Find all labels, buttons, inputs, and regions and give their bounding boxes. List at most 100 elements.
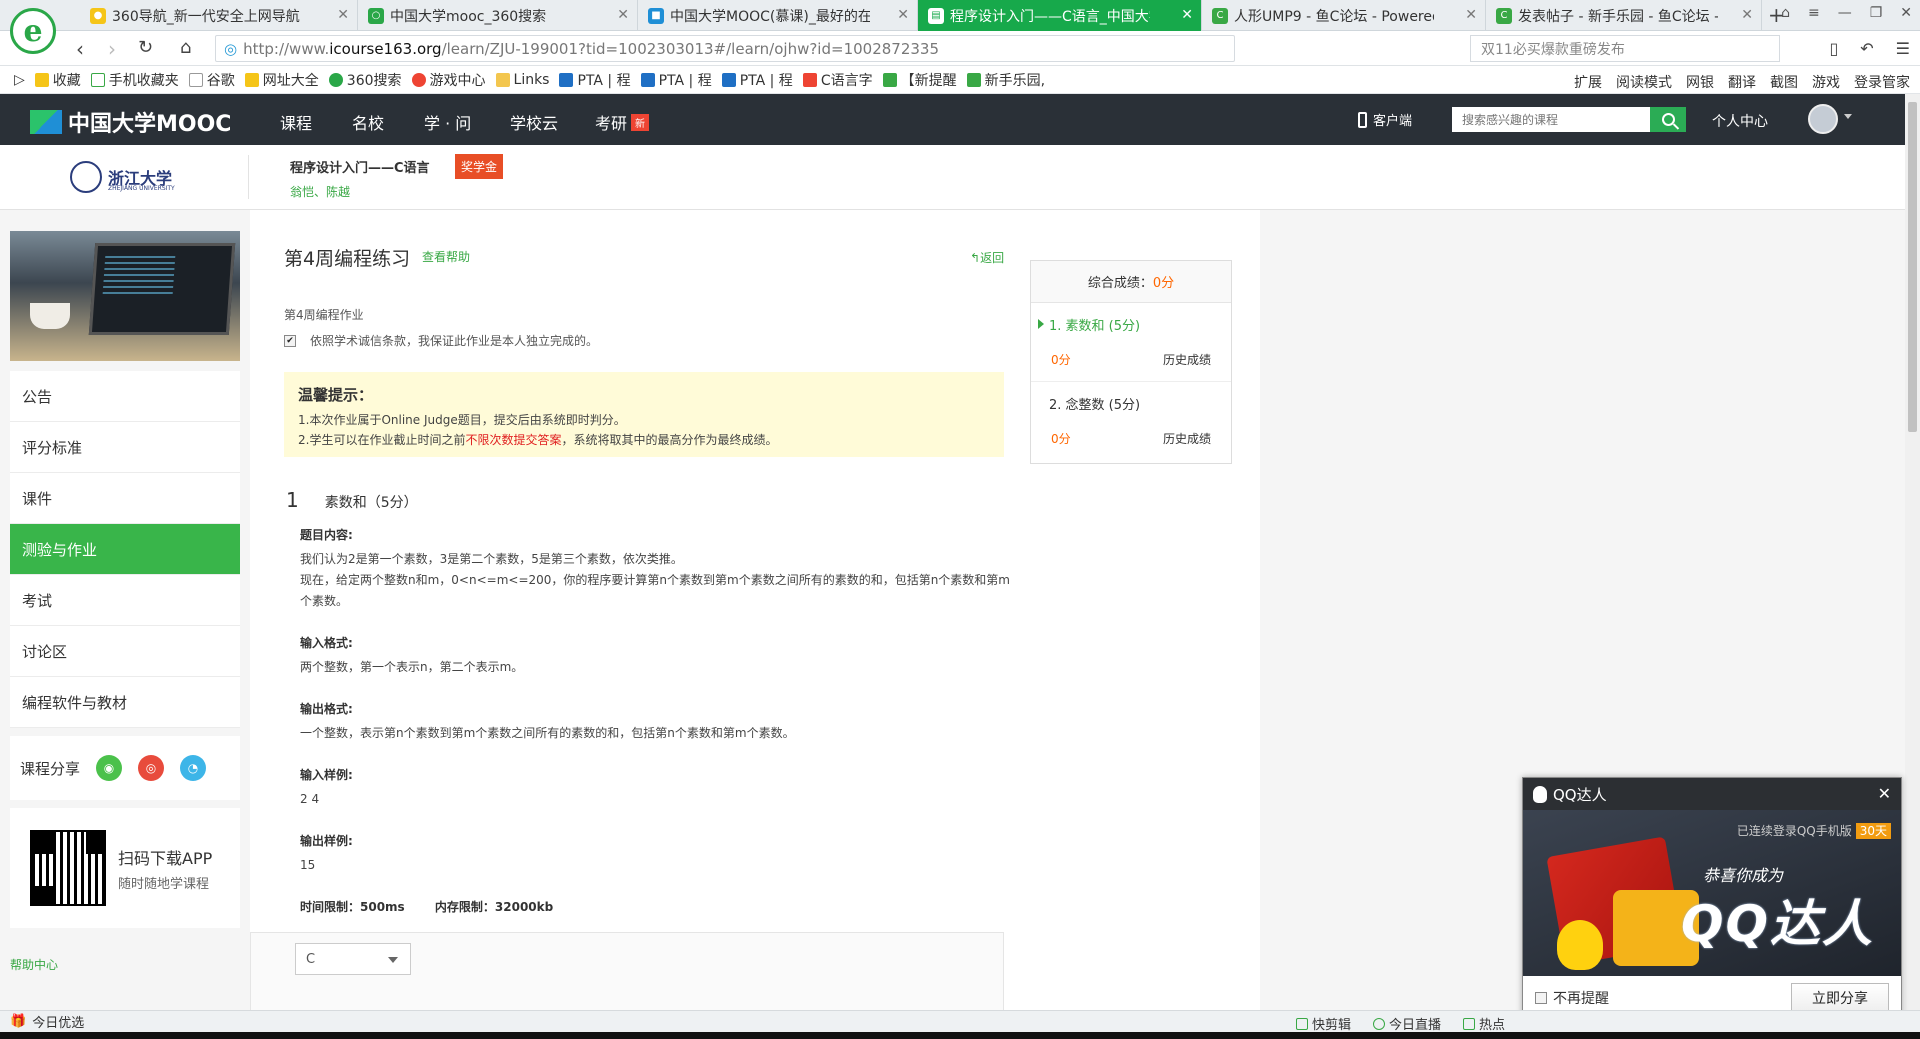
sidebar-item-software[interactable]: 编程软件与教材 [10, 677, 240, 728]
quick-edit-link[interactable]: 快剪辑 [1296, 1014, 1351, 1033]
extension-button[interactable]: 扩展 [1574, 72, 1602, 92]
reading-mode-button[interactable]: 阅读模式 [1616, 72, 1672, 92]
nav-kaoyan[interactable]: 考研新 [595, 110, 650, 134]
bookmark-11[interactable]: 【新提醒 [882, 70, 957, 90]
mobile-icon[interactable]: ▯ [1829, 39, 1838, 58]
refresh-icon[interactable]: ↻ [138, 37, 153, 58]
close-icon[interactable]: ✕ [1465, 7, 1477, 23]
close-icon[interactable]: ✕ [337, 7, 349, 23]
minimize-icon[interactable]: — [1838, 5, 1852, 21]
restore-icon[interactable]: ❐ [1870, 5, 1883, 21]
chevron-down-icon[interactable] [1844, 114, 1852, 119]
pledge-checkbox[interactable]: ✔ [284, 334, 296, 347]
sidebar-item-quizzes[interactable]: 测验与作业 [10, 524, 240, 575]
bookmark-5[interactable]: 游戏中心 [411, 70, 486, 90]
share-now-button[interactable]: 立即分享 [1791, 983, 1889, 1013]
avatar[interactable] [1808, 104, 1838, 134]
bookmark-1[interactable]: 手机收藏夹 [90, 70, 179, 90]
client-download[interactable]: 客户端 [1358, 110, 1412, 129]
language-select[interactable]: C [295, 943, 411, 975]
today-picks-link[interactable]: 今日优选 [32, 1012, 84, 1031]
nav-xuewen[interactable]: 学 · 问 [424, 110, 471, 134]
browser-tab-4[interactable]: ▤ 程序设计入门——C语言_中国大学 ✕ [918, 0, 1202, 31]
game-icon [411, 72, 426, 87]
close-icon[interactable]: ✕ [1878, 784, 1891, 803]
qq-banner[interactable]: 已连续登录QQ手机版 30天 恭喜你成为 QQ达人 [1523, 810, 1901, 976]
bank-button[interactable]: 网银 [1686, 72, 1714, 92]
nav-schools[interactable]: 名校 [352, 110, 384, 134]
weibo-icon[interactable]: ◎ [138, 755, 165, 781]
sidebar-item-exam[interactable]: 考试 [10, 575, 240, 626]
school-logo[interactable]: 浙江大学 ZHEJIANG UNIVERSITY [70, 161, 175, 193]
back-icon[interactable]: ‹ [76, 37, 84, 61]
bookmark-4[interactable]: 360搜索 [328, 70, 402, 90]
forward-icon[interactable]: › [108, 37, 116, 61]
search-button[interactable] [1650, 107, 1686, 132]
browser-tab-5[interactable]: C 人形UMP9 - 鱼C论坛 - Powered ✕ [1202, 0, 1486, 31]
divider [248, 155, 249, 199]
bookmark-3[interactable]: 网址大全 [244, 70, 319, 90]
nav-courses[interactable]: 课程 [280, 110, 312, 134]
view-help-link[interactable]: 查看帮助 [422, 248, 470, 265]
penguin-illustration [1557, 920, 1603, 970]
menu-icon[interactable]: ≡ [1808, 5, 1820, 21]
no-remind-checkbox[interactable] [1535, 992, 1547, 1004]
history-score-link[interactable]: 历史成绩 [1163, 351, 1211, 368]
more-menu-icon[interactable]: ☰ [1896, 39, 1910, 58]
star-icon [34, 72, 49, 87]
nav-school-cloud[interactable]: 学校云 [510, 110, 558, 134]
course-search-input[interactable] [1452, 107, 1650, 132]
bookmark-7[interactable]: PTA | 程 [559, 70, 631, 90]
home-icon[interactable]: ⌂ [180, 37, 191, 58]
score-item-2[interactable]: 2. 念整数 (5分) 0分 历史成绩 [1031, 382, 1231, 461]
course-teachers[interactable]: 翁恺、陈越 [290, 183, 350, 200]
score-item-1[interactable]: 1. 素数和 (5分) 0分 历史成绩 [1031, 303, 1231, 382]
back-link[interactable]: ↰返回 [970, 249, 1004, 266]
bookmark-6[interactable]: Links [495, 72, 549, 88]
url-field[interactable]: ◎ http://www. icourse163.org/learn/ZJU-19… [215, 35, 1235, 62]
bookmark-12[interactable]: 新手乐园, [966, 70, 1045, 90]
browser-tab-1[interactable]: ● 360导航_新一代安全上网导航 ✕ [80, 0, 358, 31]
qq-icon[interactable]: ◔ [180, 755, 207, 781]
page-scrollbar[interactable] [1905, 94, 1920, 1010]
search-icon [1661, 113, 1675, 126]
personal-center-link[interactable]: 个人中心 [1712, 111, 1768, 131]
close-icon[interactable]: ✕ [617, 7, 629, 23]
translate-button[interactable]: 翻译 [1728, 72, 1756, 92]
bookmark-10[interactable]: C语言字 [802, 70, 873, 90]
shirt-icon[interactable]: ⌂ [1781, 5, 1790, 21]
sidebar-item-discussion[interactable]: 讨论区 [10, 626, 240, 677]
sidebar-item-courseware[interactable]: 课件 [10, 473, 240, 524]
hot-news-link[interactable]: 热点 [1463, 1014, 1505, 1033]
browser-logo-icon[interactable]: e [10, 8, 56, 54]
wechat-icon[interactable]: ◉ [96, 755, 123, 781]
browser-tab-3[interactable]: ■ 中国大学MOOC(慕课)_最好的在线 ✕ [638, 0, 918, 31]
history-score-link[interactable]: 历史成绩 [1163, 430, 1211, 447]
close-icon[interactable]: ✕ [1741, 7, 1753, 23]
browser-tab-2[interactable]: ○ 中国大学mooc_360搜索 ✕ [358, 0, 638, 31]
scroll-thumb[interactable] [1908, 102, 1917, 432]
undo-icon[interactable]: ↶ [1860, 39, 1873, 58]
close-icon[interactable]: ✕ [897, 7, 909, 23]
browser-search-input[interactable]: 双11必买爆款重磅发布 [1470, 35, 1780, 62]
close-window-icon[interactable]: ✕ [1900, 5, 1912, 21]
bookmark-8[interactable]: PTA | 程 [640, 70, 712, 90]
tip-box: 温馨提示： 1.本次作业属于Online Judge题目，提交后由系统即时判分。… [284, 372, 1004, 457]
screenshot-button[interactable]: 截图 [1770, 72, 1798, 92]
sidebar-item-grading[interactable]: 评分标准 [10, 422, 240, 473]
site-logo[interactable]: 中国大学MOOC [30, 106, 231, 138]
sidebar-item-announcements[interactable]: 公告 [10, 371, 240, 422]
sidebar-toggle-icon[interactable]: ▷ [14, 72, 25, 88]
login-manager-button[interactable]: 登录管家 [1854, 72, 1910, 92]
close-icon[interactable]: ✕ [1181, 7, 1193, 23]
live-link[interactable]: 今日直播 [1373, 1014, 1441, 1033]
scholarship-badge[interactable]: 奖学金 [455, 154, 504, 179]
browser-tab-6[interactable]: C 发表帖子 - 新手乐园 - 鱼C论坛 - P ✕ [1486, 0, 1762, 31]
bookmark-2[interactable]: 谷歌 [188, 70, 235, 90]
course-title[interactable]: 程序设计入门——C语言 [290, 157, 430, 176]
qr-code [30, 830, 106, 906]
games-button[interactable]: 游戏 [1812, 72, 1840, 92]
help-center-link[interactable]: 帮助中心 [10, 956, 58, 973]
bookmark-9[interactable]: PTA | 程 [721, 70, 793, 90]
bookmark-0[interactable]: 收藏 [34, 70, 81, 90]
